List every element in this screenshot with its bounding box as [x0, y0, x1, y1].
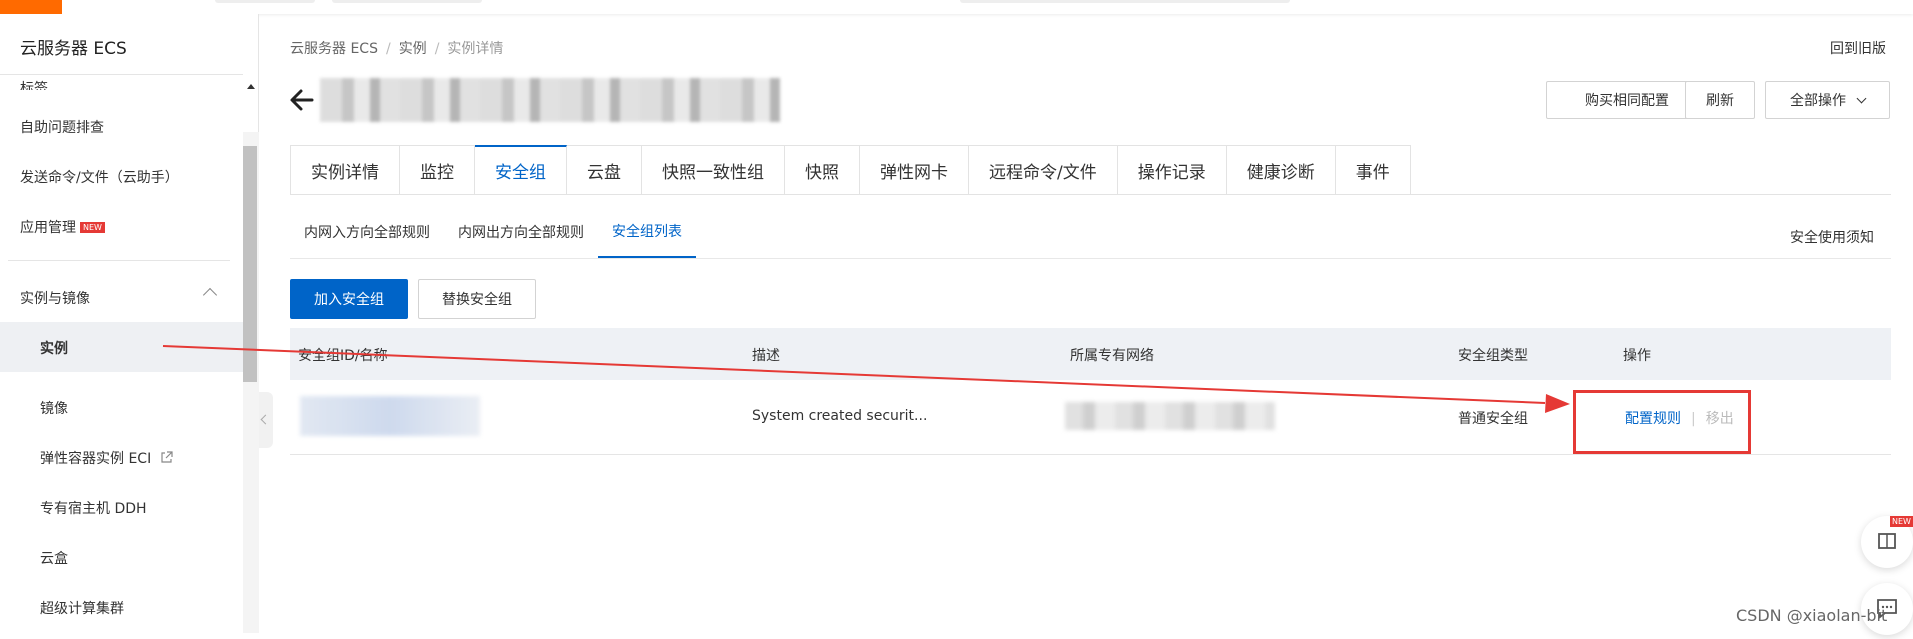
sidebar-item-label: 专有宿主机 DDH	[40, 501, 147, 517]
new-badge: NEW	[80, 222, 105, 233]
buy-same-config-button[interactable]: 购买相同配置	[1546, 81, 1708, 119]
chevron-up-icon[interactable]	[202, 287, 218, 303]
breadcrumb-item[interactable]: 云服务器 ECS	[290, 41, 378, 57]
top-nav-element[interactable]	[332, 0, 482, 3]
column-header: 安全组类型	[1458, 348, 1528, 364]
sidebar-group-instances-images[interactable]: 实例与镜像	[20, 288, 90, 308]
top-search-bar[interactable]	[960, 0, 1290, 3]
sidebar-item-self-troubleshoot[interactable]: 自助问题排查	[20, 117, 104, 137]
sidebar-item-cloud-box[interactable]: 云盒	[40, 548, 68, 568]
top-nav-element[interactable]	[215, 0, 315, 3]
instance-name-redacted	[320, 78, 780, 122]
annotation-highlight-box	[1573, 390, 1751, 454]
sidebar-item-label: 云盒	[40, 551, 68, 567]
subtab-security-group-list[interactable]: 安全组列表	[598, 216, 696, 258]
tab-instance-details[interactable]: 实例详情	[290, 145, 400, 195]
subtab-inbound-rules[interactable]: 内网入方向全部规则	[290, 216, 444, 258]
tab-operation-logs[interactable]: 操作记录	[1117, 145, 1227, 195]
sidebar-item-app-management[interactable]: 应用管理 NEW	[20, 217, 105, 237]
sidebar-title: 云服务器 ECS	[20, 39, 127, 59]
sidebar-item-label: 自助问题排查	[20, 120, 104, 136]
type-cell: 普通安全组	[1458, 411, 1528, 427]
sidebar-item-label: 发送命令/文件（云助手）	[20, 170, 179, 186]
column-header: 所属专有网络	[1070, 348, 1154, 364]
sidebar-item-label: 镜像	[40, 401, 68, 417]
divider	[0, 74, 243, 75]
back-arrow-icon[interactable]	[288, 86, 316, 114]
brand-logo[interactable]	[0, 0, 62, 14]
sidebar-item-instances[interactable]: 实例	[0, 322, 243, 372]
column-header: 安全组ID/名称	[298, 348, 388, 364]
vpc-redacted	[1065, 402, 1275, 430]
tab-remote-commands[interactable]: 远程命令/文件	[969, 145, 1118, 195]
breadcrumb-item[interactable]: 实例	[399, 41, 427, 57]
sidebar-item-label: 实例	[40, 341, 68, 357]
sidebar-item-eci[interactable]: 弹性容器实例 ECI	[40, 448, 173, 468]
new-badge: NEW	[1890, 516, 1913, 527]
scrollbar-thumb[interactable]	[243, 146, 257, 382]
tab-cloud-disks[interactable]: 云盘	[567, 145, 642, 195]
table-header: 安全组ID/名称 描述 所属专有网络 安全组类型 操作	[290, 328, 1891, 380]
scroll-up-arrow-icon[interactable]	[247, 84, 255, 89]
divider	[290, 194, 1891, 195]
main-tabs: 实例详情 监控 安全组 云盘 快照一致性组 快照 弹性网卡 远程命令/文件 操作…	[290, 145, 1411, 195]
sidebar-item-ddh[interactable]: 专有宿主机 DDH	[40, 498, 147, 518]
sidebar-item-label: 超级计算集群	[40, 601, 124, 617]
sidebar-item-label: 应用管理	[20, 220, 76, 236]
all-actions-label: 全部操作	[1790, 93, 1846, 109]
top-navigation-bar	[0, 0, 1913, 14]
tab-monitoring[interactable]: 监控	[400, 145, 475, 195]
sidebar-item-tags[interactable]: 标签	[20, 78, 48, 90]
subtab-outbound-rules[interactable]: 内网出方向全部规则	[444, 216, 598, 258]
breadcrumb: 云服务器 ECS / 实例 / 实例详情	[290, 41, 504, 57]
description-cell: System created securit...	[752, 408, 928, 424]
security-notice-link[interactable]: 安全使用须知	[1790, 227, 1874, 247]
breadcrumb-current: 实例详情	[447, 41, 504, 57]
all-actions-dropdown[interactable]: 全部操作	[1765, 81, 1890, 119]
tab-health-diagnosis[interactable]: 健康诊断	[1226, 145, 1336, 195]
tab-security-groups[interactable]: 安全组	[475, 145, 567, 195]
chevron-down-icon	[1856, 93, 1867, 103]
back-to-old-version-link[interactable]: 回到旧版	[1830, 38, 1886, 58]
sub-tabs: 内网入方向全部规则 内网出方向全部规则 安全组列表	[290, 216, 696, 258]
external-link-icon	[161, 451, 173, 463]
divider	[8, 260, 230, 261]
column-header: 操作	[1623, 348, 1651, 364]
add-security-group-button[interactable]: 加入安全组	[290, 279, 408, 319]
sidebar-item-supercomputing[interactable]: 超级计算集群	[40, 598, 124, 618]
sidebar-item-label: 弹性容器实例 ECI	[40, 451, 152, 467]
collapse-sidebar-button[interactable]	[259, 392, 273, 448]
column-header: 描述	[752, 348, 780, 364]
tab-eni[interactable]: 弹性网卡	[860, 145, 969, 195]
security-group-id-redacted[interactable]	[300, 396, 480, 436]
replace-security-group-button[interactable]: 替换安全组	[418, 279, 536, 319]
refresh-button[interactable]: 刷新	[1685, 81, 1755, 119]
tab-snapshots[interactable]: 快照	[785, 145, 860, 195]
sidebar-item-send-command[interactable]: 发送命令/文件（云助手）	[20, 167, 179, 187]
tab-events[interactable]: 事件	[1335, 145, 1411, 195]
watermark: CSDN @xiaolan-bit	[1736, 606, 1888, 625]
divider	[290, 258, 1891, 259]
sidebar: 云服务器 ECS 标签 自助问题排查 发送命令/文件（云助手） 应用管理 NEW …	[0, 14, 259, 633]
sidebar-item-images[interactable]: 镜像	[40, 398, 68, 418]
tab-snapshot-consistency[interactable]: 快照一致性组	[642, 145, 785, 195]
